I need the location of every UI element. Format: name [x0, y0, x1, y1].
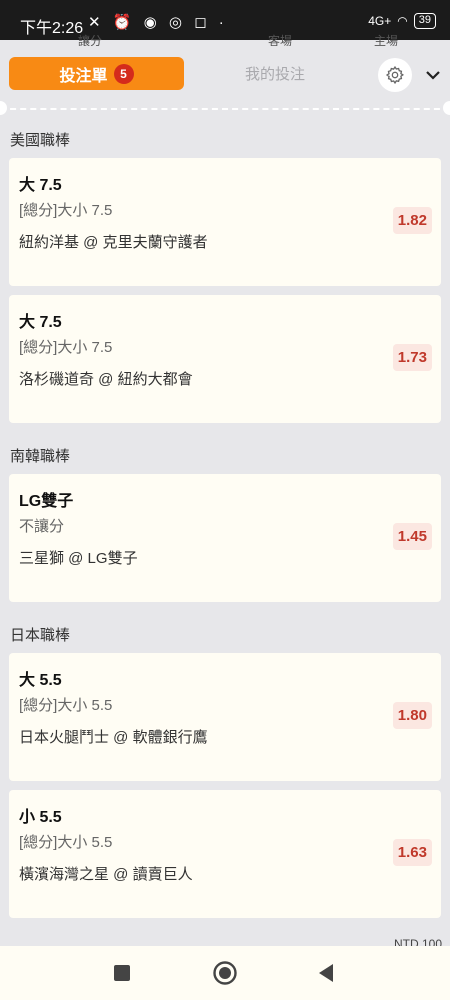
- notification-icons: ✕ ⏰ ◉ ◎ ◻ ·: [88, 14, 228, 31]
- league-title: 日本職棒: [10, 627, 71, 644]
- home-button[interactable]: [211, 959, 239, 987]
- chevron-down-icon: [426, 71, 440, 80]
- bet-market: [總分]大小 5.5: [19, 697, 113, 714]
- square-icon: [114, 965, 130, 981]
- peek-text: 主場: [374, 34, 399, 46]
- home-circle-icon: [213, 961, 237, 985]
- back-triangle-icon: [319, 964, 333, 982]
- bet-market: [總分]大小 7.5: [19, 339, 113, 356]
- back-button[interactable]: [312, 959, 340, 987]
- bet-match: 橫濱海灣之星 @ 讀賣巨人: [19, 866, 193, 883]
- bet-card[interactable]: 大 5.5 [總分]大小 5.5 日本火腿鬥士 @ 軟體銀行鷹 1.80: [9, 653, 441, 781]
- collapse-button[interactable]: [422, 64, 444, 86]
- bet-slip-header: 投注單 5 我的投注: [0, 46, 450, 108]
- odds-value[interactable]: 1.45: [392, 523, 432, 550]
- signal-icon: 4G+: [368, 14, 392, 28]
- bet-card[interactable]: 小 5.5 [總分]大小 5.5 橫濱海灣之星 @ 讀賣巨人 1.63: [9, 790, 441, 918]
- bet-card[interactable]: 大 7.5 [總分]大小 7.5 洛杉磯道奇 @ 紐約大都會 1.73: [9, 295, 441, 423]
- wifi-icon: ◠: [397, 14, 408, 28]
- bet-match: 洛杉磯道奇 @ 紐約大都會: [19, 371, 193, 388]
- odds-value[interactable]: 1.80: [392, 702, 432, 729]
- bet-market: 不讓分: [19, 518, 65, 535]
- header-peek: 主場 客場 讓分: [0, 34, 450, 46]
- bet-pick: 小 5.5: [19, 809, 62, 826]
- tab-bet-slip[interactable]: 投注單 5: [9, 57, 184, 90]
- battery-icon: 39: [413, 13, 436, 29]
- odds-value[interactable]: 1.73: [392, 344, 432, 371]
- system-nav-bar: [0, 946, 450, 1000]
- bet-card[interactable]: 大 7.5 [總分]大小 7.5 紐約洋基 @ 克里夫蘭守護者 1.82: [9, 158, 441, 286]
- odds-value[interactable]: 1.82: [392, 207, 432, 234]
- bet-match: 三星獅 @ LG雙子: [19, 550, 138, 567]
- peek-text: 客場: [268, 34, 293, 46]
- bet-card[interactable]: LG雙子 不讓分 三星獅 @ LG雙子 1.45: [9, 474, 441, 602]
- bet-pick: 大 5.5: [19, 672, 62, 689]
- bet-match: 日本火腿鬥士 @ 軟體銀行鷹: [19, 729, 208, 746]
- recent-apps-button[interactable]: [108, 959, 136, 987]
- peek-text: 讓分: [78, 34, 103, 46]
- bet-match: 紐約洋基 @ 克里夫蘭守護者: [19, 234, 208, 251]
- bet-market: [總分]大小 7.5: [19, 202, 113, 219]
- bet-pick: 大 7.5: [19, 314, 62, 331]
- settings-button[interactable]: [378, 58, 412, 92]
- odds-value[interactable]: 1.63: [392, 839, 432, 866]
- bet-market: [總分]大小 5.5: [19, 834, 113, 851]
- league-title: 美國職棒: [10, 132, 71, 149]
- tab-bet-slip-label: 投注單: [59, 67, 108, 85]
- league-title: 南韓職棒: [10, 448, 71, 465]
- dashed-divider: [0, 108, 450, 110]
- gear-icon: [385, 65, 405, 85]
- bet-pick: 大 7.5: [19, 177, 62, 194]
- bet-pick: LG雙子: [19, 493, 74, 510]
- tab-my-bets[interactable]: 我的投注: [200, 57, 350, 90]
- bet-count-badge: 5: [113, 63, 134, 84]
